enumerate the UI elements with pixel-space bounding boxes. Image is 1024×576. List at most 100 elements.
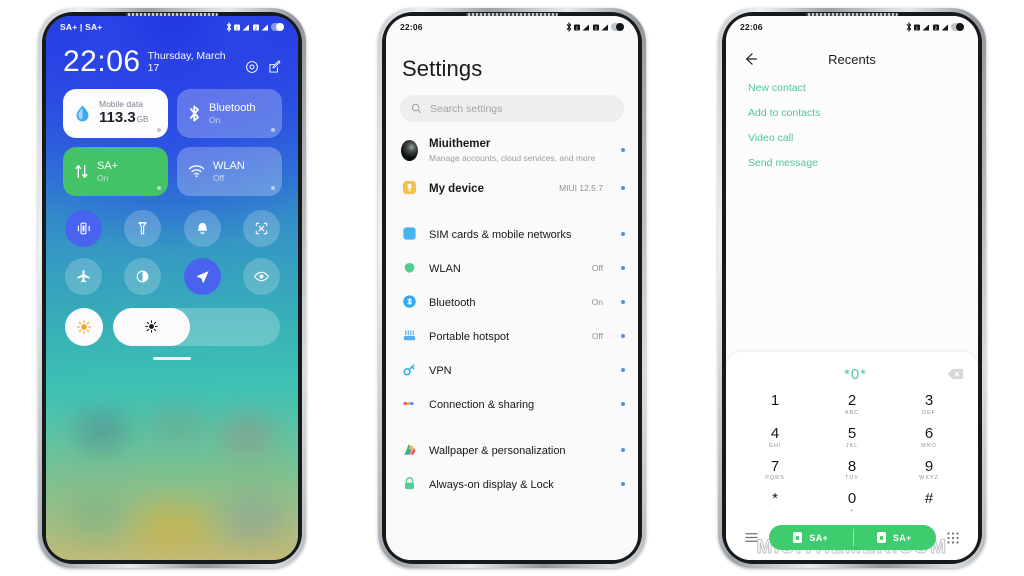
- key-letters: ABC: [844, 409, 860, 416]
- settings-list[interactable]: Miuithemer Manage accounts, cloud servic…: [386, 122, 638, 560]
- row-label: Portable hotspot: [429, 330, 510, 343]
- toggle-reading-mode[interactable]: [242, 257, 280, 295]
- key-digit: 7: [770, 457, 780, 475]
- toggle-flashlight[interactable]: [124, 209, 162, 247]
- app-bar: Recents: [726, 38, 978, 72]
- call-button-sim1[interactable]: SA+: [769, 532, 853, 543]
- settings-row-always-on-display[interactable]: Always-on display & Lock: [386, 467, 638, 501]
- bluetooth-icon: [566, 22, 571, 32]
- status-time: 22:06: [740, 22, 763, 32]
- key-9[interactable]: 9 WXYZ: [902, 458, 956, 483]
- settings-row-connection-sharing[interactable]: Connection & sharing: [386, 387, 638, 421]
- dialer-app: 22:06 1 2 Recents New contact Add to con…: [726, 16, 978, 560]
- phone-settings: 22:06 1 2 Settings Search settings Miuit…: [378, 8, 646, 568]
- auto-brightness-button[interactable]: [65, 307, 103, 346]
- key-5[interactable]: 5 JKL: [825, 425, 879, 450]
- key-letters: WXYZ: [919, 475, 939, 482]
- tile-unit: GB: [136, 115, 149, 125]
- call-button-sim2[interactable]: SA+: [853, 532, 937, 543]
- svg-text:1: 1: [576, 25, 579, 30]
- home-handle[interactable]: [153, 356, 191, 360]
- flashlight-icon: [138, 221, 147, 235]
- edit-icon[interactable]: [268, 60, 282, 74]
- tile-value: On: [209, 114, 221, 125]
- key-letters: DEF: [922, 409, 936, 416]
- backspace-icon[interactable]: [947, 368, 964, 380]
- tile-sa-plus[interactable]: SA+ On: [63, 146, 168, 196]
- toggle-dark-mode[interactable]: [124, 257, 162, 295]
- dialed-number[interactable]: *0*: [764, 366, 947, 383]
- key-star[interactable]: *,: [748, 491, 802, 515]
- tile-label: SA+: [97, 159, 119, 172]
- tile-label: WLAN: [213, 159, 245, 172]
- brightness-icon: [145, 320, 158, 334]
- key-digit: 2: [847, 392, 857, 409]
- status-carrier: SA+ | SA+: [60, 22, 103, 32]
- key-6[interactable]: 6 MNO: [902, 425, 956, 450]
- status-bar: 22:06 1 2: [726, 16, 978, 38]
- key-8[interactable]: 8 TUV: [825, 458, 879, 483]
- row-value: MIUI 12.5.7: [559, 182, 603, 193]
- settings-row-sim-cards[interactable]: SIM cards & mobile networks: [386, 217, 638, 251]
- menu-icon[interactable]: [744, 531, 759, 544]
- action-new-contact[interactable]: New contact: [748, 82, 978, 94]
- tile-mobile-data[interactable]: Mobile data 113.3GB: [63, 88, 168, 138]
- phone-control-center: SA+ | SA+ 1 2 22:06 Thursday, March 17 M…: [38, 8, 306, 568]
- svg-text:2: 2: [254, 25, 257, 30]
- keypad-row: 7 PQRS 8 TUV 9 WXYZ: [748, 457, 956, 483]
- key-letters: GHI: [768, 442, 782, 449]
- search-placeholder: Search settings: [430, 102, 503, 115]
- lock-screen-icon: [401, 475, 418, 492]
- key-2[interactable]: 2 ABC: [825, 393, 879, 417]
- hotspot-icon: [401, 327, 418, 344]
- row-dot: [621, 299, 625, 304]
- settings-row-portable-hotspot[interactable]: Portable hotspot Off: [386, 319, 638, 353]
- key-letters: MNO: [921, 442, 937, 449]
- toggle-vibrate[interactable]: [65, 209, 102, 247]
- settings-row-account[interactable]: Miuithemer Manage accounts, cloud servic…: [386, 130, 638, 171]
- sun-auto-icon: [77, 319, 91, 334]
- toggle-airplane-mode[interactable]: [65, 257, 102, 295]
- wifi-icon: [188, 165, 205, 178]
- settings-gear-icon[interactable]: [245, 60, 259, 74]
- key-0[interactable]: 0 +: [825, 491, 879, 515]
- key-hash[interactable]: #: [902, 491, 956, 515]
- toggle-grid: [46, 196, 298, 295]
- settings-row-vpn[interactable]: VPN: [386, 353, 638, 387]
- settings-row-wlan[interactable]: WLAN Off: [386, 251, 638, 285]
- toggle-silent[interactable]: [183, 209, 221, 247]
- phone-screen: 22:06 1 2 Settings Search settings Miuit…: [386, 16, 638, 560]
- brightness-slider[interactable]: [113, 307, 280, 346]
- key-digit: 4: [770, 424, 780, 442]
- battery-icon: [951, 23, 964, 31]
- keypad-icon[interactable]: [946, 531, 960, 545]
- action-video-call[interactable]: Video call: [748, 132, 978, 144]
- toggle-screenshot[interactable]: [242, 209, 280, 247]
- key-7[interactable]: 7 PQRS: [748, 457, 802, 483]
- key-1[interactable]: 1: [748, 393, 802, 417]
- svg-text:2: 2: [594, 25, 597, 30]
- tile-wlan[interactable]: WLAN Off: [177, 146, 282, 196]
- key-4[interactable]: 4 GHI: [748, 424, 802, 450]
- screenshot-icon: [255, 222, 268, 235]
- settings-row-bluetooth[interactable]: Bluetooth On: [386, 285, 638, 319]
- settings-row-wallpaper[interactable]: Wallpaper & personalization: [386, 433, 638, 467]
- big-tile-row-2: SA+ On WLAN Off: [46, 138, 298, 196]
- action-add-to-contacts[interactable]: Add to contacts: [748, 107, 978, 119]
- sim1-signal-icon: 1: [574, 24, 589, 30]
- vibrate-icon: [77, 222, 90, 235]
- toggle-location[interactable]: [183, 257, 221, 295]
- sim2-signal-icon: 2: [592, 24, 608, 30]
- sim1-icon: [793, 532, 803, 543]
- tile-bluetooth[interactable]: Bluetooth On: [177, 88, 282, 138]
- search-input[interactable]: Search settings: [400, 95, 624, 122]
- key-3[interactable]: 3 DEF: [902, 393, 956, 417]
- action-send-message[interactable]: Send message: [748, 157, 978, 169]
- contrast-icon: [136, 270, 149, 283]
- tile-indicator-dot: [271, 127, 275, 132]
- key-digit: 1: [770, 392, 780, 409]
- phone-screen: 22:06 1 2 Recents New contact Add to con…: [726, 16, 978, 560]
- settings-row-my-device[interactable]: My device MIUI 12.5.7: [386, 171, 638, 205]
- key-letters: JKL: [845, 442, 859, 449]
- row-value: Off: [591, 262, 603, 273]
